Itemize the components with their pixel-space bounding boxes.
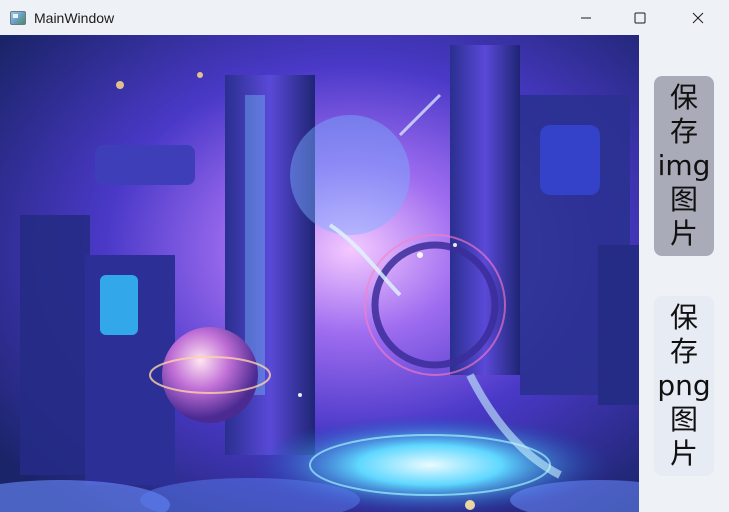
close-icon [692, 12, 704, 23]
maximize-button[interactable] [617, 0, 663, 35]
close-button[interactable] [675, 0, 721, 35]
save-png-button[interactable]: 保 存 png 图 片 [654, 296, 714, 476]
image-display [0, 35, 639, 512]
minimize-icon [581, 17, 591, 18]
city-fantasy-image [0, 35, 639, 512]
maximize-icon [634, 12, 646, 23]
app-icon [10, 10, 26, 25]
minimize-button[interactable] [563, 0, 609, 35]
title-bar[interactable]: MainWindow [0, 0, 729, 35]
save-img-button[interactable]: 保 存 img 图 片 [654, 76, 714, 256]
window-title: MainWindow [34, 9, 115, 26]
